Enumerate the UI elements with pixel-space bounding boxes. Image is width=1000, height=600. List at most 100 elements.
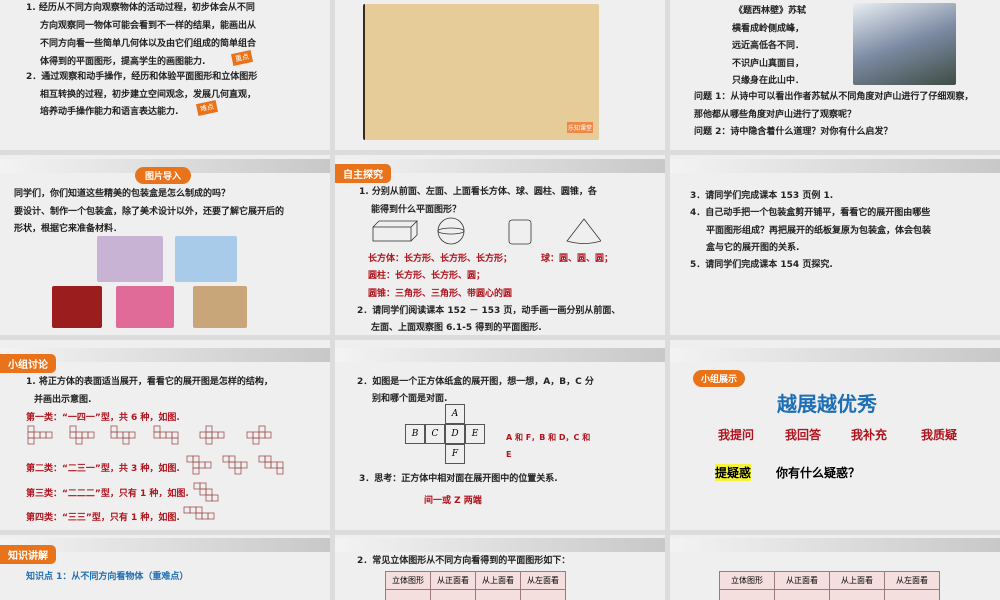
question: 你有什么疑惑？ xyxy=(776,466,861,480)
role: 我质疑 xyxy=(921,428,958,442)
text: 1. 经历从不同方向观察物体的活动过程，初步体会从不同 xyxy=(26,3,255,13)
net-square xyxy=(217,431,225,439)
slide-video[interactable]: 乐知课堂 xyxy=(335,0,665,150)
column-header: 从正面看 xyxy=(774,571,830,590)
net-square xyxy=(75,431,83,439)
text: 2．常见立体图形从不同方向看得到的平面图形如下： xyxy=(357,556,571,566)
net-square xyxy=(186,455,194,463)
net-square xyxy=(27,437,35,445)
net-square xyxy=(240,461,248,469)
net-square xyxy=(122,437,130,445)
net-square xyxy=(192,461,200,469)
slide-knowledge[interactable]: 知识讲解 知识点 1：从不同方向看物体（重难点） xyxy=(0,535,330,600)
answer: 圆柱：长方形、长方形、圆； xyxy=(368,271,486,281)
net-square xyxy=(205,494,213,502)
category: 第二类：“二三一”型，共 3 种，如图. xyxy=(26,464,180,474)
poem-line: 横看成岭侧成峰， xyxy=(732,24,805,34)
net-square xyxy=(198,461,206,469)
net-square xyxy=(270,461,278,469)
net-square xyxy=(192,467,200,475)
section-badge: 小组展示 xyxy=(693,370,746,387)
text: 同学们，你们知道这些精美的包装盒是怎么制成的吗？ xyxy=(14,189,231,199)
video-frame[interactable] xyxy=(363,4,599,140)
slide-group-show[interactable]: 小组展示 越展越优秀 我提问 我回答 我补充 我质疑 提疑惑 你有什么疑惑？ xyxy=(670,340,1000,530)
slide-objectives[interactable]: 1. 经历从不同方向观察物体的活动过程，初步体会从不同 方向观察同一物体可能会看… xyxy=(0,0,330,150)
poem-line: 只缘身在此山中． xyxy=(732,76,805,86)
slide-views-table-2[interactable]: 立体图形 从正面看 从上面看 从左面看 xyxy=(670,535,1000,600)
net-square xyxy=(199,482,207,490)
net-square xyxy=(87,431,95,439)
slide-picture-intro[interactable]: 图片导入 同学们，你们知道这些精美的包装盒是怎么制成的吗？ 要设计、制作一个包装… xyxy=(0,155,330,335)
answer: 间一或 Z 两端 xyxy=(424,496,482,506)
slide-cube-net[interactable]: 2．如图是一个正方体纸盒的展开图，想一想，A，B，C 分 别和哪个面是对面. A… xyxy=(335,340,665,530)
net-square xyxy=(128,431,136,439)
net-square xyxy=(205,425,213,433)
net-square xyxy=(228,461,236,469)
mountain-painting xyxy=(853,3,956,85)
net-square xyxy=(211,431,219,439)
face: C xyxy=(425,424,445,444)
column-header: 立体图形 xyxy=(385,571,431,590)
text: 相互转换的过程，初步建立空间观念，发展几何直观， xyxy=(40,90,257,100)
net-square xyxy=(189,506,197,514)
net-square xyxy=(207,512,215,520)
key-point-tag: 重点 xyxy=(230,50,254,66)
column-header: 从左面看 xyxy=(884,571,940,590)
slide-poem[interactable]: 《题西林壁》苏轼 横看成岭侧成峰， 远近高低各不同． 不识庐山真面目， 只缘身在… xyxy=(670,0,1000,150)
slogan: 越展越优秀 xyxy=(777,392,877,416)
poem-title: 《题西林壁》苏轼 xyxy=(734,6,807,16)
net-diagram: A B C D E F xyxy=(404,404,486,466)
answer: A 和 F，B 和 D，C 和 xyxy=(506,433,591,442)
net-square xyxy=(122,431,130,439)
net-square xyxy=(228,455,236,463)
net-square xyxy=(69,431,77,439)
net-square xyxy=(199,431,207,439)
text: 3．请同学们完成课本 153 页例 1. xyxy=(690,191,834,201)
net-square xyxy=(165,431,173,439)
text: 2．通过观察和动手操作，经历和体验平面图形和立体图形 xyxy=(26,72,258,82)
category: 第三类：“二二二”型，只有 1 种，如图. xyxy=(26,489,189,499)
column-header: 从左面看 xyxy=(520,571,566,590)
text: 培养动手操作能力和语言表达能力. xyxy=(40,107,179,117)
net-square xyxy=(39,431,47,439)
net-square xyxy=(204,461,212,469)
net-square xyxy=(264,455,272,463)
net-square xyxy=(116,431,124,439)
text: 2．如图是一个正方体纸盒的展开图，想一想，A，B，C 分 xyxy=(357,377,594,387)
role: 我提问 xyxy=(718,428,755,442)
pink-box-image xyxy=(116,286,174,328)
net-square xyxy=(211,494,219,502)
net-square xyxy=(45,431,53,439)
net-square xyxy=(276,461,284,469)
text: 盒与它的展开图的关系. xyxy=(706,243,800,253)
slide-group-discussion[interactable]: 小组讨论 1. 将正方体的表面适当展开，看看它的展开图是怎样的结构， 并画出示意… xyxy=(0,340,330,530)
text: 4．自己动手把一个包装盒剪开铺平，看看它的展开图由哪些 xyxy=(690,208,931,218)
answer: E xyxy=(506,450,512,459)
net-square xyxy=(193,482,201,490)
poem-line: 远近高低各不同． xyxy=(732,41,805,51)
net-square xyxy=(264,431,272,439)
net-square xyxy=(276,467,284,475)
text: 平面图形组成？再把展开的纸板复原为包装盒，体会包装 xyxy=(706,226,932,236)
net-square xyxy=(252,431,260,439)
net-square xyxy=(81,431,89,439)
net-square xyxy=(199,488,207,496)
highlight-label: 提疑惑 xyxy=(715,464,752,481)
answer: 长方体：长方形、长方形、长方形； xyxy=(368,254,513,264)
net-square xyxy=(195,512,203,520)
net-square xyxy=(234,467,242,475)
text: 左面、上面观察图 6.1-5 得到的平面图形. xyxy=(371,323,542,333)
net-square xyxy=(27,431,35,439)
net-square xyxy=(195,506,203,514)
net-square xyxy=(69,425,77,433)
poem-line: 不识庐山真面目， xyxy=(732,59,805,69)
column-header: 从正面看 xyxy=(430,571,476,590)
slide-tasks[interactable]: 3．请同学们完成课本 153 页例 1. 4．自己动手把一个包装盒剪开铺平，看看… xyxy=(670,155,1000,335)
net-square xyxy=(75,437,83,445)
face: A xyxy=(445,404,465,424)
slide-views-table[interactable]: 2．常见立体图形从不同方向看得到的平面图形如下： 立体图形 从正面看 从上面看 … xyxy=(335,535,665,600)
cuboid xyxy=(372,226,412,242)
slide-self-explore[interactable]: 自主探究 1. 分别从前面、左面、上面看长方体、球、圆柱、圆锥，各 能得到什么平… xyxy=(335,155,665,335)
text: 方向观察同一物体可能会看到不一样的结果，能画出从 xyxy=(40,21,257,31)
face: B xyxy=(405,424,425,444)
